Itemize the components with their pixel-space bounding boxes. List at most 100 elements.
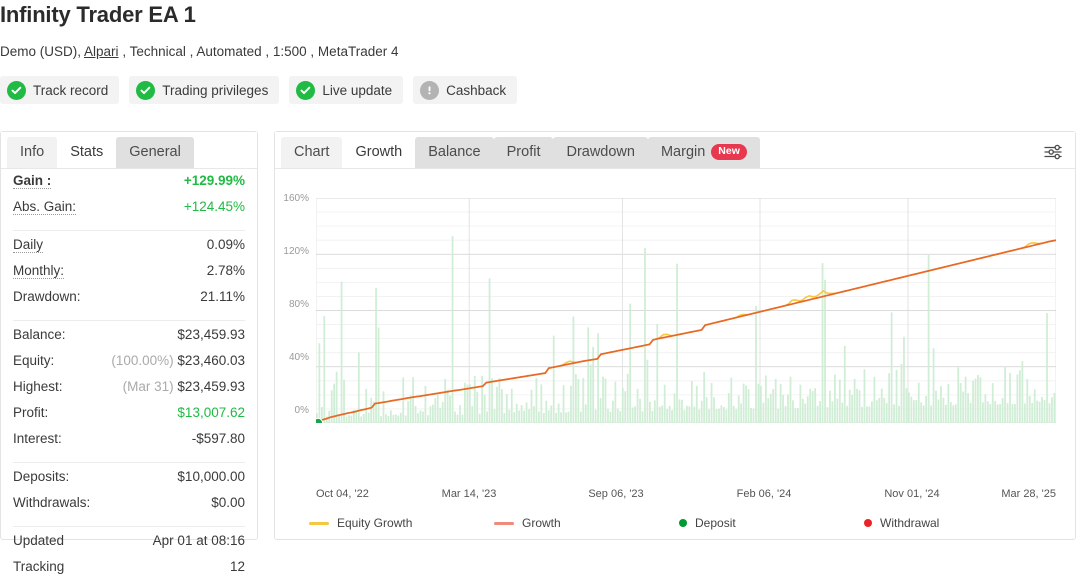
x-tick-label: Mar 28, '25 xyxy=(1001,488,1056,500)
sliders-icon[interactable] xyxy=(1040,140,1066,164)
stat-row-highest: Highest: (Mar 31) $23,459.93 xyxy=(13,379,245,405)
x-tick-label: Oct 04, '22 xyxy=(316,488,369,500)
legend-swatch-line xyxy=(309,521,329,525)
badge-track-record[interactable]: Track record xyxy=(0,76,120,104)
tab-info[interactable]: Info xyxy=(7,137,58,168)
stat-value: Apr 01 at 08:16 xyxy=(152,533,245,548)
x-tick-label: Sep 06, '23 xyxy=(588,488,644,500)
stat-value: +129.99% xyxy=(183,173,245,188)
stat-key: Interest: xyxy=(13,431,62,446)
legend-label: Deposit xyxy=(695,516,736,530)
divider xyxy=(13,462,245,463)
tab-label: Chart xyxy=(294,144,330,160)
legend-item-deposit[interactable]: Deposit xyxy=(679,516,864,530)
account-meta: Demo (USD), Alpari , Technical , Automat… xyxy=(0,44,398,59)
stat-value: $23,460.03 xyxy=(177,353,245,368)
stat-value: -$597.80 xyxy=(191,431,245,446)
legend-swatch-dot xyxy=(679,519,687,527)
stat-value: $23,459.93 xyxy=(177,379,245,394)
stat-key[interactable]: Gain : xyxy=(13,173,52,189)
stat-key[interactable]: Daily xyxy=(13,237,44,253)
stat-row-balance: Balance: $23,459.93 xyxy=(13,327,245,353)
stat-key: Profit: xyxy=(13,405,49,420)
legend-item-withdrawal[interactable]: Withdrawal xyxy=(864,516,1049,530)
tab-label: Growth xyxy=(355,144,403,160)
stat-value-prefix: (Mar 31) xyxy=(122,379,174,394)
stat-value: +124.45% xyxy=(183,199,245,214)
x-tick-label: Nov 01, '24 xyxy=(884,488,940,500)
account-meta-prefix: Demo (USD), xyxy=(0,44,82,59)
legend-item-growth[interactable]: Growth xyxy=(494,516,679,530)
stat-key: Drawdown: xyxy=(13,289,81,304)
stat-value: $10,000.00 xyxy=(177,469,245,484)
badge-cashback[interactable]: Cashback xyxy=(413,76,518,104)
stat-row-profit: Profit: $13,007.62 xyxy=(13,405,245,431)
y-tick-label: 40% xyxy=(288,352,309,363)
legend-swatch-line xyxy=(494,521,514,525)
chart-plot xyxy=(316,198,1056,423)
stat-value: 12 xyxy=(229,559,245,574)
stat-value-wrap: (Mar 31) $23,459.93 xyxy=(123,379,245,394)
stat-value-prefix: (100.00%) xyxy=(111,353,174,368)
tab-growth[interactable]: Growth xyxy=(342,137,416,168)
tab-label: Stats xyxy=(70,144,104,160)
profile-page: Infinity Trader EA 1 Demo (USD), Alpari … xyxy=(0,0,1076,574)
badge-live-update[interactable]: Live update xyxy=(289,76,404,104)
tab-profit[interactable]: Profit xyxy=(493,137,554,168)
stat-row-drawdown: Drawdown: 21.11% xyxy=(13,289,245,315)
tab-chart[interactable]: Chart xyxy=(281,137,343,168)
tab-drawdown[interactable]: Drawdown xyxy=(553,137,648,168)
legend-swatch-dot xyxy=(864,519,872,527)
tab-label: General xyxy=(129,144,181,160)
tab-general[interactable]: General xyxy=(116,137,194,168)
check-circle-icon xyxy=(7,80,26,100)
stat-value: 21.11% xyxy=(200,289,245,304)
stat-key: Equity: xyxy=(13,353,55,368)
chart-panel: Chart Growth Balance Profit Drawdown Mar… xyxy=(274,131,1076,540)
new-badge: New xyxy=(711,144,747,160)
verification-badges: Track record Trading privileges Live upd… xyxy=(0,76,518,104)
stat-key[interactable]: Monthly: xyxy=(13,263,65,279)
x-tick-label: Feb 06, '24 xyxy=(736,488,792,500)
tab-margin[interactable]: Margin New xyxy=(647,137,760,168)
stat-row-withdrawals: Withdrawals: $0.00 xyxy=(13,495,245,521)
stats-tabs: Info Stats General xyxy=(1,132,257,169)
stat-key[interactable]: Abs. Gain: xyxy=(13,199,77,215)
stat-row-monthly: Monthly: 2.78% xyxy=(13,263,245,289)
stat-key: Highest: xyxy=(13,379,63,394)
growth-chart: 160% 120% 80% 40% 0% Oct 04, '22 Mar 14,… xyxy=(275,168,1075,539)
legend-item-equity-growth[interactable]: Equity Growth xyxy=(309,516,494,530)
check-circle-icon xyxy=(296,80,316,100)
chart-tabs: Chart Growth Balance Profit Drawdown Mar… xyxy=(275,132,1075,169)
stat-value: $0.00 xyxy=(211,495,245,510)
badge-label: Trading privileges xyxy=(162,82,269,98)
stat-row-gain: Gain : +129.99% xyxy=(13,173,245,199)
exclamation-circle-icon xyxy=(420,80,440,100)
y-tick-label: 120% xyxy=(283,246,309,257)
stat-key: Updated xyxy=(13,533,65,548)
stat-value: $13,007.62 xyxy=(177,405,245,420)
stat-row-updated: Updated Apr 01 at 08:16 xyxy=(13,533,245,559)
stat-key: Balance: xyxy=(13,327,66,342)
tab-stats[interactable]: Stats xyxy=(57,137,117,168)
badge-trading-privileges[interactable]: Trading privileges xyxy=(129,76,280,104)
tab-label: Info xyxy=(20,144,45,160)
divider xyxy=(13,320,245,321)
broker-link[interactable]: Alpari xyxy=(84,44,119,59)
check-circle-icon xyxy=(136,80,156,100)
divider xyxy=(13,230,245,231)
tab-label: Profit xyxy=(506,144,541,160)
y-tick-label: 160% xyxy=(283,193,309,204)
divider xyxy=(13,526,245,527)
badge-label: Track record xyxy=(33,82,109,98)
legend-label: Withdrawal xyxy=(880,516,940,530)
y-tick-label: 0% xyxy=(294,405,309,416)
badge-label: Cashback xyxy=(446,82,507,98)
stat-row-equity: Equity: (100.00%) $23,460.03 xyxy=(13,353,245,379)
x-tick-label: Mar 14, '23 xyxy=(441,488,497,500)
stat-value: 0.09% xyxy=(206,237,245,252)
stat-value: $23,459.93 xyxy=(177,327,245,342)
tab-label: Drawdown xyxy=(566,144,635,160)
tab-balance[interactable]: Balance xyxy=(415,137,494,168)
stat-row-interest: Interest: -$597.80 xyxy=(13,431,245,457)
